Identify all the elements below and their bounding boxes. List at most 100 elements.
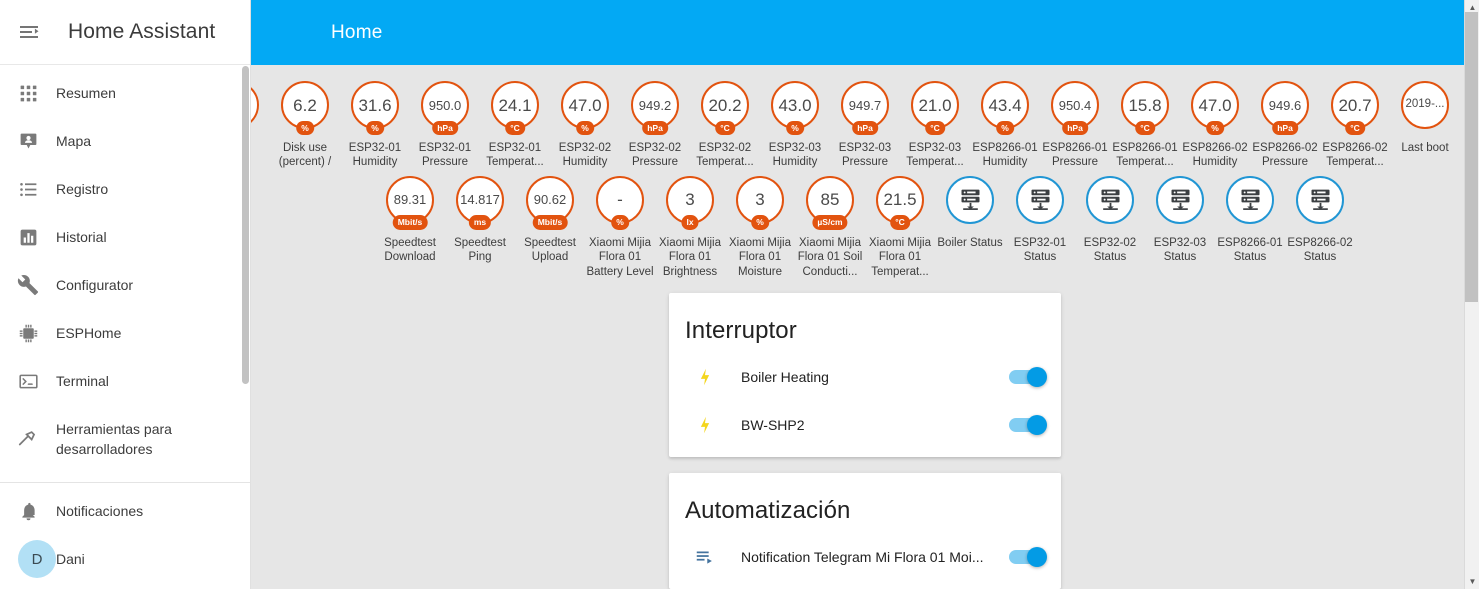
badge-circle[interactable] bbox=[1226, 175, 1274, 224]
sidebar-item-registro[interactable]: Registro bbox=[0, 165, 250, 213]
menu-open-icon[interactable] bbox=[7, 10, 51, 54]
badge-circle[interactable] bbox=[1016, 175, 1064, 224]
badge-circle[interactable]: 20.7 °C bbox=[1331, 81, 1379, 135]
badge[interactable]: 21.5 °C Xiaomi Mijia Flora 01 Temperat... bbox=[865, 175, 935, 279]
toggle-switch[interactable] bbox=[1009, 366, 1047, 387]
toggle-switch[interactable] bbox=[1009, 546, 1047, 567]
toggle-switch[interactable] bbox=[1009, 414, 1047, 435]
badge-unit: % bbox=[296, 120, 314, 135]
badge-circle[interactable]: 31.6% bbox=[351, 81, 399, 135]
badge-circle[interactable]: 47.0% bbox=[561, 81, 609, 135]
badge-circle[interactable]: 43.0% bbox=[771, 81, 819, 135]
badge-circle[interactable]: 21.0 °C bbox=[911, 81, 959, 135]
badge[interactable]: -% Xiaomi Mijia Flora 01 Battery Level bbox=[585, 175, 655, 279]
badge-circle[interactable] bbox=[1296, 175, 1344, 224]
badge-circle[interactable]: 950.4 hPa bbox=[1051, 81, 1099, 135]
badge[interactable]: ESP32-03 Status bbox=[1145, 175, 1215, 265]
badge-circle[interactable]: 949.2 hPa bbox=[631, 81, 679, 135]
badge-circle[interactable]: 21.5 °C bbox=[876, 175, 924, 230]
badge-label: ESP8266-01 Humidity bbox=[972, 142, 1038, 169]
badge[interactable]: 949.2 hPa ESP32-02 Pressure bbox=[620, 81, 690, 170]
badge-circle[interactable]: 15.8 °C bbox=[1121, 81, 1169, 135]
badge[interactable]: ESP32-02 Status bbox=[1075, 175, 1145, 265]
badge-circle[interactable]: ? bbox=[251, 81, 259, 129]
sidebar-item-user[interactable]: D Dani bbox=[0, 535, 250, 583]
sidebar-item-historial[interactable]: Historial bbox=[0, 213, 250, 261]
badge-circle[interactable]: 3% bbox=[736, 175, 784, 230]
badge[interactable]: 47.0% ESP8266-02 Humidity bbox=[1180, 81, 1250, 170]
sidebar-item-developer-tools[interactable]: Herramientas para desarrolladores bbox=[0, 405, 250, 473]
badge[interactable]: 2019-... Last boot bbox=[1390, 81, 1460, 155]
badge-circle[interactable]: 90.62 Mbit/s bbox=[526, 175, 574, 230]
badge[interactable]: 950.0 hPa ESP32-01 Pressure bbox=[410, 81, 480, 170]
badge-circle[interactable]: 3 lx bbox=[666, 175, 714, 230]
badge[interactable]: 3 lx Xiaomi Mijia Flora 01 Brightness bbox=[655, 175, 725, 279]
badge-circle[interactable]: -% bbox=[596, 175, 644, 230]
badge-circle[interactable]: 2019-... bbox=[1401, 81, 1449, 129]
badge-circle[interactable] bbox=[1156, 175, 1204, 224]
badge-unit: hPa bbox=[1062, 120, 1088, 135]
badge[interactable]: ESP32-01 Status bbox=[1005, 175, 1075, 265]
badge[interactable]: 950.4 hPa ESP8266-01 Pressure bbox=[1040, 81, 1110, 170]
badge-circle[interactable]: 14.817 ms bbox=[456, 175, 504, 230]
badge-label: ESP8266-02 Status bbox=[1287, 236, 1353, 264]
badge[interactable]: 90.62 Mbit/s Speedtest Upload bbox=[515, 175, 585, 265]
badge-circle[interactable]: 89.31 Mbit/s bbox=[386, 175, 434, 230]
badge-label: ESP32-01 Status bbox=[1013, 236, 1067, 264]
badge[interactable]: 6.2% Disk use (percent) / bbox=[270, 81, 340, 170]
page-scrollbar-thumb[interactable] bbox=[1465, 12, 1478, 302]
scroll-down-arrow[interactable]: ▼ bbox=[1465, 574, 1479, 589]
badge[interactable]: 20.2 °C ESP32-02 Temperat... bbox=[690, 81, 760, 170]
sidebar-item-notificaciones[interactable]: Notificaciones bbox=[0, 487, 250, 535]
badge[interactable]: 3% Xiaomi Mijia Flora 01 Moisture bbox=[725, 175, 795, 279]
entity-row[interactable]: BW-SHP2 bbox=[685, 401, 1047, 449]
sidebar-item-label: Configurator bbox=[56, 276, 134, 293]
badge-circle[interactable]: 950.0 hPa bbox=[421, 81, 469, 135]
page-scrollbar[interactable]: ▲ ▼ bbox=[1464, 0, 1479, 589]
badge[interactable]: 31.6% ESP32-01 Humidity bbox=[340, 81, 410, 170]
badge-circle[interactable]: 85 µS/cm bbox=[806, 175, 854, 230]
badge-circle[interactable]: 949.6 hPa bbox=[1261, 81, 1309, 135]
entity-row[interactable]: Notification Telegram Mi Flora 01 Moi... bbox=[685, 533, 1047, 581]
badge-circle[interactable]: 43.4% bbox=[981, 81, 1029, 135]
badge[interactable]: 47.0% ESP32-02 Humidity bbox=[550, 81, 620, 170]
badge[interactable]: 949.6 hPa ESP8266-02 Pressure bbox=[1250, 81, 1320, 170]
sidebar-item-esphome[interactable]: ESPHome bbox=[0, 309, 250, 357]
badge-value: - bbox=[617, 190, 623, 210]
badge[interactable]: 89.31 Mbit/s Speedtest Download bbox=[375, 175, 445, 265]
badge[interactable]: ? Dani bbox=[251, 81, 270, 155]
flash-icon bbox=[685, 366, 725, 388]
badge-unit: % bbox=[786, 120, 804, 135]
badge[interactable]: ESP8266-02 Status bbox=[1285, 175, 1355, 265]
sidebar-item-terminal[interactable]: Terminal bbox=[0, 357, 250, 405]
app-root: Home Assistant Resumen Mapa Registro His… bbox=[0, 0, 1479, 589]
badge[interactable]: 43.4% ESP8266-01 Humidity bbox=[970, 81, 1040, 170]
badge[interactable]: 15.8 °C ESP8266-01 Temperat... bbox=[1110, 81, 1180, 170]
badge-circle[interactable] bbox=[1086, 175, 1134, 224]
badge-label: ESP8266-01 Status bbox=[1217, 236, 1283, 264]
badge-circle[interactable]: 24.1 °C bbox=[491, 81, 539, 135]
badge[interactable]: 14.817 ms Speedtest Ping bbox=[445, 175, 515, 265]
badge-circle[interactable]: 20.2 °C bbox=[701, 81, 749, 135]
badge[interactable]: 24.1 °C ESP32-01 Temperat... bbox=[480, 81, 550, 170]
badge-circle[interactable] bbox=[946, 175, 994, 224]
badge-circle[interactable]: 47.0% bbox=[1191, 81, 1239, 135]
format-list-bulleted-icon bbox=[0, 179, 56, 200]
sidebar-scrollbar[interactable] bbox=[242, 66, 249, 384]
badge[interactable]: ESP8266-01 Status bbox=[1215, 175, 1285, 265]
entity-row[interactable]: Boiler Heating bbox=[685, 353, 1047, 401]
badge[interactable]: 20.7 °C ESP8266-02 Temperat... bbox=[1320, 81, 1390, 170]
sidebar-item-mapa[interactable]: Mapa bbox=[0, 117, 250, 165]
badge[interactable]: 949.7 hPa ESP32-03 Pressure bbox=[830, 81, 900, 170]
sidebar-item-resumen[interactable]: Resumen bbox=[0, 69, 250, 117]
badge[interactable]: 85 µS/cm Xiaomi Mijia Flora 01 Soil Conduc… bbox=[795, 175, 865, 279]
entity-name: Boiler Heating bbox=[741, 368, 829, 385]
flash-icon bbox=[700, 368, 710, 386]
badge-circle[interactable]: 6.2% bbox=[281, 81, 329, 135]
badge[interactable]: Boiler Status bbox=[935, 175, 1005, 250]
badge-circle[interactable]: 949.7 hPa bbox=[841, 81, 889, 135]
sidebar-item-configurator[interactable]: Configurator bbox=[0, 261, 250, 309]
server-icon bbox=[1031, 189, 1049, 211]
badge[interactable]: 43.0% ESP32-03 Humidity bbox=[760, 81, 830, 170]
badge[interactable]: 21.0 °C ESP32-03 Temperat... bbox=[900, 81, 970, 170]
